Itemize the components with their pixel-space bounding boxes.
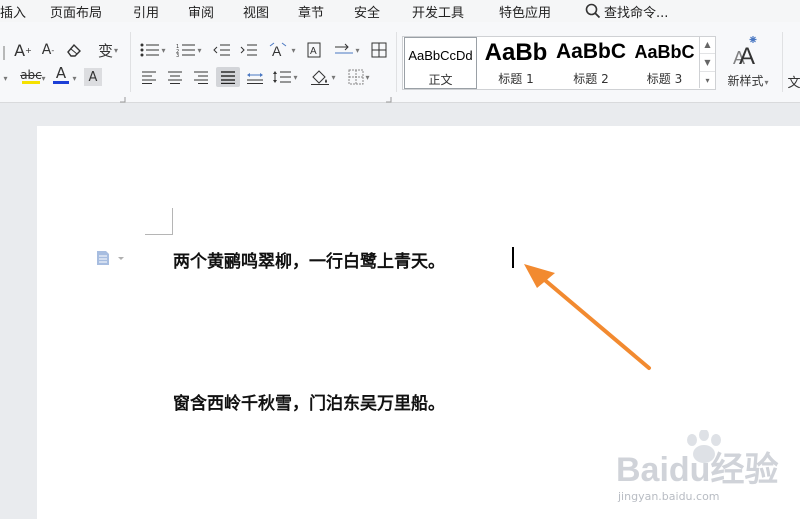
- baidu-watermark: Baidu经验 jingyan.baidu.com: [616, 430, 800, 519]
- watermark-url: jingyan.baidu.com: [618, 490, 720, 503]
- baidu-logo: Baidu经验: [616, 451, 779, 489]
